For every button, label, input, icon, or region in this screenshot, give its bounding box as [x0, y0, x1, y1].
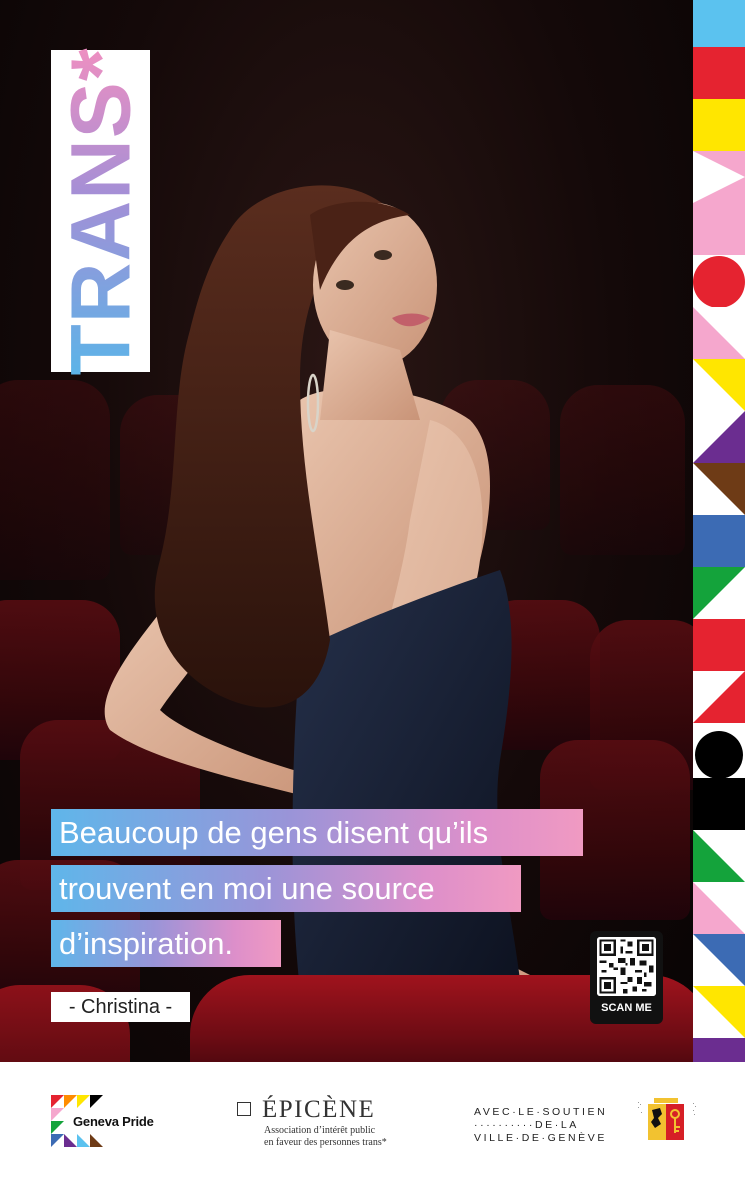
strip-block	[693, 0, 745, 47]
pride-pattern-strip	[693, 0, 745, 1062]
eye	[336, 280, 354, 290]
strip-block	[693, 256, 745, 308]
ville-support-text: AVEC·LE·SOUTIEN	[474, 1106, 608, 1118]
epicene-subtitle: en faveur des personnes trans*	[264, 1137, 387, 1148]
qr-code-badge[interactable]: SCAN ME	[590, 931, 663, 1024]
qr-code-icon	[597, 937, 656, 996]
strip-block	[693, 778, 745, 830]
quote-line: Beaucoup de gens disent qu’ils	[51, 809, 583, 856]
strip-block	[693, 1038, 745, 1062]
epicene-square-icon	[237, 1102, 251, 1116]
geneva-pride-name: Geneva Pride	[73, 1114, 154, 1129]
eye	[374, 250, 392, 260]
quote-author: - Christina -	[51, 992, 190, 1022]
trans-label: TRANS*	[51, 46, 150, 376]
ville-support-text: VILLE·DE·GENÈVE	[474, 1132, 607, 1144]
footer: Geneva Pride ÉPICÈNE Association d’intér…	[0, 1062, 745, 1188]
quote-line: trouvent en moi une source	[51, 865, 521, 912]
strip-block	[693, 203, 745, 255]
quote-line: d’inspiration.	[51, 920, 281, 967]
strip-block	[693, 47, 745, 99]
epicene-title: ÉPICÈNE	[262, 1096, 376, 1123]
epicene-subtitle: Association d’intérêt public	[264, 1125, 376, 1136]
geneva-crest-icon	[638, 1098, 696, 1140]
strip-block	[693, 619, 745, 671]
strip-block	[695, 731, 743, 779]
qr-label: SCAN ME	[601, 1002, 652, 1014]
strip-block	[693, 99, 745, 151]
ville-support-text: ··········DE·LA	[474, 1119, 579, 1131]
poster: TRANS* Beaucoup de gens disent qu’ils tr…	[0, 0, 745, 1188]
strip-block	[693, 515, 745, 567]
trans-label-text: TRANS*	[53, 46, 148, 376]
